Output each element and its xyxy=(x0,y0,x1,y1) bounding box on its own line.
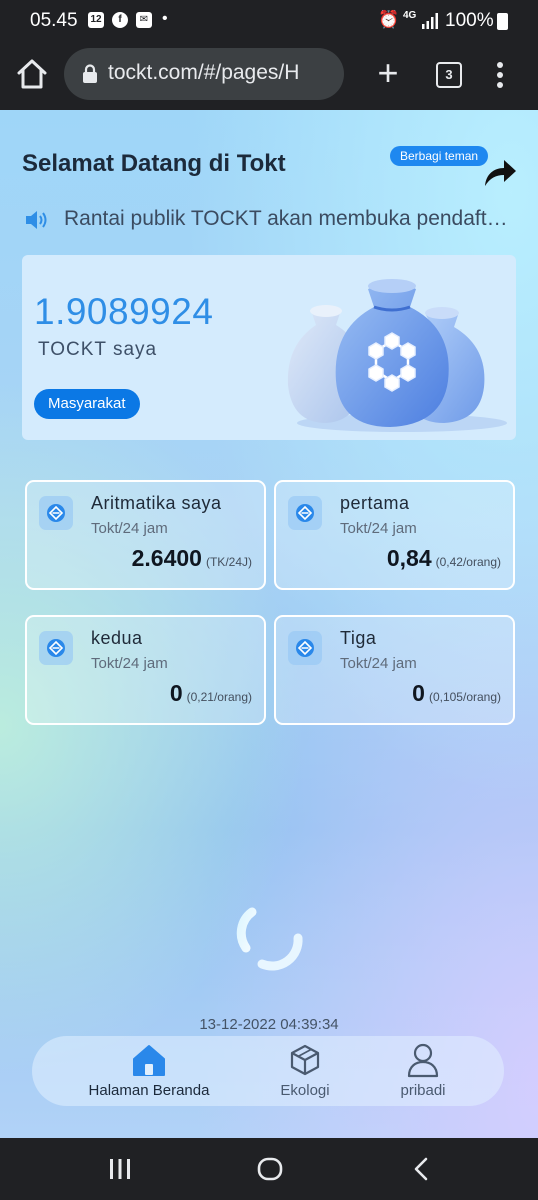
app-notification-icon: ✉ xyxy=(136,12,152,28)
stat-value-row: 2.6400 (TK/24J) xyxy=(132,545,252,572)
page-title: Selamat Datang di Tokt xyxy=(22,150,286,177)
status-bar: 05.45 12 f ✉ • ⏰ 4G 100% xyxy=(0,0,538,42)
back-icon[interactable] xyxy=(410,1156,432,1182)
stat-value: 0 xyxy=(169,680,183,706)
home-button[interactable] xyxy=(14,56,50,92)
stat-unit: Tokt/24 jam xyxy=(340,655,417,672)
coin-icon xyxy=(288,631,322,665)
browser-toolbar: tockt.com/#/pages/H + 3 xyxy=(0,42,538,110)
lock-icon xyxy=(83,64,97,83)
nav-item-ecology[interactable]: Ekologi xyxy=(240,1042,370,1104)
stat-title: kedua xyxy=(91,628,143,648)
alarm-icon: ⏰ xyxy=(378,10,400,29)
address-bar[interactable]: tockt.com/#/pages/H xyxy=(64,48,344,100)
page-content: Selamat Datang di Tokt Berbagi teman Ran… xyxy=(0,110,538,1138)
stat-unit: Tokt/24 jam xyxy=(91,655,168,672)
recent-apps-icon[interactable] xyxy=(108,1158,132,1180)
home-icon xyxy=(133,1045,165,1076)
speaker-icon xyxy=(26,211,47,229)
stat-sub: (0,42/orang) xyxy=(435,555,501,569)
calendar-notification-icon: 12 xyxy=(88,12,104,28)
stat-card-second-level[interactable]: kedua Tokt/24 jam 0 (0,21/orang) xyxy=(25,615,266,725)
stat-value: 2.6400 xyxy=(131,545,202,571)
money-bags-illustration xyxy=(287,279,507,432)
stat-card-my-computing[interactable]: Aritmatika saya Tokt/24 jam 2.6400 (TK/24… xyxy=(25,480,266,590)
stat-value-row: 0,84 (0,42/orang) xyxy=(387,545,501,572)
balance-value: 1.9089924 xyxy=(34,291,214,332)
nav-item-profile[interactable]: pribadi xyxy=(358,1042,488,1104)
stat-value-row: 0 (0,105/orang) xyxy=(412,680,501,707)
stat-unit: Tokt/24 jam xyxy=(91,520,168,537)
nav-label-ecology: Ekologi xyxy=(280,1082,330,1099)
balance-card: 1.9089924 TOCKT saya Masyarakat xyxy=(22,255,516,440)
announcement-marquee[interactable]: Rantai publik TOCKT akan membuka pendaft… xyxy=(64,207,516,231)
stat-sub: (0,105/orang) xyxy=(428,690,501,704)
coin-icon xyxy=(288,496,322,530)
new-tab-button[interactable]: + xyxy=(372,55,404,92)
coin-icon xyxy=(39,496,73,530)
url-text: tockt.com/#/pages/H xyxy=(108,61,300,84)
facebook-notification-icon: f xyxy=(112,12,128,28)
stat-title: Aritmatika saya xyxy=(91,493,222,513)
stat-sub: (0,21/orang) xyxy=(186,690,252,704)
battery-icon xyxy=(497,13,508,30)
home-circle-icon[interactable] xyxy=(257,1156,283,1182)
nav-label-profile: pribadi xyxy=(400,1082,446,1099)
server-timestamp: 13-12-2022 04:39:34 xyxy=(199,1016,339,1033)
network-type-icon: 4G xyxy=(403,10,417,21)
tab-switcher-button[interactable]: 3 xyxy=(436,62,462,88)
loading-spinner-icon xyxy=(236,907,303,971)
cube-icon xyxy=(290,1044,320,1076)
coin-icon xyxy=(39,631,73,665)
balance-label: TOCKT saya xyxy=(38,339,158,360)
stat-value: 0,84 xyxy=(386,545,432,571)
share-arrow-icon[interactable] xyxy=(482,156,518,190)
stat-card-third-level[interactable]: Tiga Tokt/24 jam 0 (0,105/orang) xyxy=(274,615,515,725)
nav-label-home: Halaman Beranda xyxy=(88,1082,210,1099)
signal-icon xyxy=(422,13,438,29)
stat-sub: (TK/24J) xyxy=(205,555,252,569)
android-nav-bar xyxy=(0,1138,538,1200)
stat-title: Tiga xyxy=(340,628,377,648)
status-time: 05.45 xyxy=(30,10,78,31)
stat-title: pertama xyxy=(340,493,410,513)
stat-value: 0 xyxy=(412,680,425,706)
nav-item-home[interactable]: Halaman Beranda xyxy=(84,1042,214,1104)
more-notifications-dot-icon: • xyxy=(162,10,168,27)
browser-menu-button[interactable] xyxy=(490,58,510,92)
stat-unit: Tokt/24 jam xyxy=(340,520,417,537)
battery-percent: 100% xyxy=(445,10,494,31)
user-icon xyxy=(407,1043,439,1078)
community-button[interactable]: Masyarakat xyxy=(34,389,140,419)
stat-card-first-level[interactable]: pertama Tokt/24 jam 0,84 (0,42/orang) xyxy=(274,480,515,590)
stat-value-row: 0 (0,21/orang) xyxy=(170,680,252,707)
share-friends-button[interactable]: Berbagi teman xyxy=(390,146,489,166)
bottom-nav: Halaman Beranda Ekologi pribadi xyxy=(32,1036,504,1106)
